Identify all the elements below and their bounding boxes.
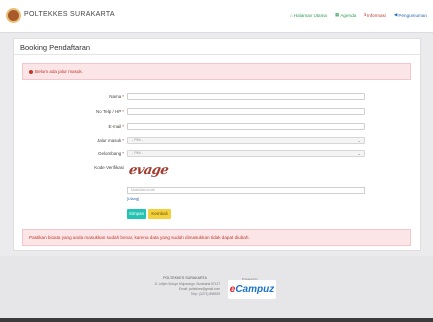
jalur-select[interactable]: - Pilih - ⌄ <box>127 137 365 144</box>
booking-card: Booking Pendaftaran Belum ada jalur masu… <box>13 38 421 251</box>
title-divider <box>14 54 420 55</box>
chevron-down-icon: ⌄ <box>357 138 361 143</box>
institution-logo-icon <box>6 8 21 23</box>
nav-agenda[interactable]: ▦ Agenda <box>335 12 356 18</box>
top-navbar: POLTEKKES SURAKARTA ⌂ Halaman Utama ▦ Agen… <box>0 0 433 33</box>
captcha-image: evage <box>127 163 170 178</box>
alert-icon <box>29 69 33 74</box>
main-nav: ⌂ Halaman Utama ▦ Agenda ℹ Informasi ◀ Pengu… <box>290 12 427 18</box>
footer-name: POLTEKKES SURAKARTA <box>163 276 207 280</box>
name-label: Nama* <box>109 94 124 99</box>
chevron-down-icon: ⌄ <box>357 151 361 156</box>
bottom-bar <box>0 318 433 322</box>
page-title: Booking Pendaftaran <box>20 43 91 52</box>
footer-email: Email: poltekkes@gmail.com <box>179 287 220 291</box>
email-label: E-mail* <box>108 124 124 129</box>
captcha-input[interactable]: Masukkan kode <box>127 187 365 194</box>
warning-alert: Pastikan bioata yang anda masukkan sudah… <box>22 229 411 246</box>
nav-home[interactable]: ⌂ Halaman Utama <box>290 12 327 18</box>
name-input[interactable] <box>127 93 365 100</box>
error-alert: Belum ada jalur masuk. <box>22 63 411 80</box>
nav-informasi[interactable]: ℹ Informasi <box>364 12 386 18</box>
save-button[interactable]: Simpan <box>127 209 146 219</box>
captcha-reload-link[interactable]: [Ulang] <box>127 197 139 201</box>
footer-phone: Telp.: (0271) 856929 <box>190 292 220 296</box>
ecampuz-logo[interactable]: eCampuz <box>228 280 276 299</box>
verification-label: Kode Verifikasi <box>94 165 124 170</box>
back-button[interactable]: Kembali <box>148 209 171 219</box>
home-icon: ⌂ <box>290 12 293 18</box>
email-input[interactable] <box>127 123 365 130</box>
info-icon: ℹ <box>364 12 366 17</box>
gelombang-select[interactable]: - Pilih - ⌄ <box>127 150 365 157</box>
jalur-label: Jalur masuk* <box>96 138 124 143</box>
calendar-icon: ▦ <box>335 12 340 17</box>
megaphone-icon: ◀ <box>393 12 398 17</box>
footer-address: Jl. Letjen Sutoyo Mojosongo, Surakarta 5… <box>154 282 220 286</box>
phone-input[interactable] <box>127 108 365 115</box>
brand-title[interactable]: POLTEKKES SURAKARTA <box>24 11 115 18</box>
nav-pengumuman[interactable]: ◀ Pengumuman <box>394 12 427 18</box>
gelombang-label: Gelombang* <box>97 151 124 156</box>
phone-label: No Telp / HP* <box>96 109 124 114</box>
